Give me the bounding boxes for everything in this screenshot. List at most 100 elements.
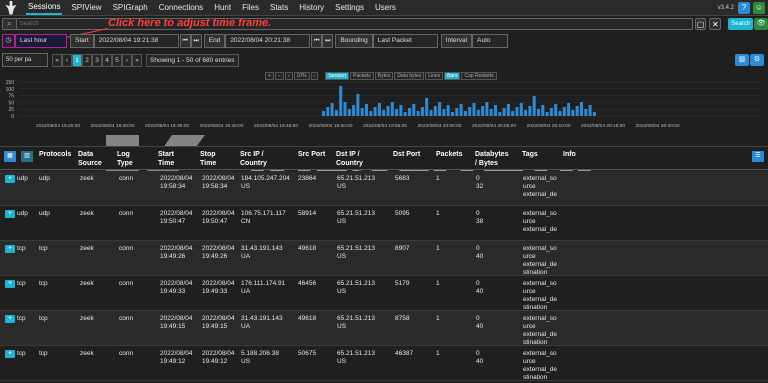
- packets-cell[interactable]: 1: [436, 175, 440, 183]
- col-protocols[interactable]: Protocols: [39, 150, 71, 159]
- settings-gear-icon[interactable]: ⚙: [750, 54, 764, 66]
- stop-time-cell[interactable]: 2022/08/04 19:50:47: [202, 210, 235, 226]
- log-type-cell[interactable]: conn: [119, 315, 133, 323]
- src-port-cell[interactable]: 46456: [298, 280, 316, 288]
- nav-settings[interactable]: Settings: [333, 1, 366, 14]
- databytes-cell[interactable]: 0 40: [476, 245, 483, 261]
- page-2[interactable]: 2: [82, 53, 92, 67]
- log-type-cell[interactable]: conn: [119, 175, 133, 183]
- clear-search-icon[interactable]: ✕: [709, 18, 722, 30]
- protocol-cell[interactable]: tcp: [17, 350, 26, 358]
- databytes-cell[interactable]: 0 40: [476, 350, 483, 366]
- tags-cell[interactable]: external_so urce external_de: [523, 210, 557, 234]
- src-port-cell[interactable]: 49618: [298, 315, 316, 323]
- start-time-cell[interactable]: 2022/08/04 19:58:34: [160, 175, 193, 191]
- page-1[interactable]: 1: [72, 53, 82, 67]
- start-time-cell[interactable]: 2022/08/04 19:50:47: [160, 210, 193, 226]
- col-src-port[interactable]: Src Port: [298, 150, 325, 159]
- tags-cell[interactable]: external_so urce external_de stination: [523, 350, 557, 382]
- dst-port-cell[interactable]: 8907: [395, 245, 409, 253]
- end-time-input[interactable]: 2022/08/04 20:21:38: [225, 34, 311, 48]
- expand-row-icon[interactable]: +: [5, 280, 15, 288]
- packets-cell[interactable]: 1: [436, 210, 440, 218]
- dst-port-cell[interactable]: 5683: [395, 175, 409, 183]
- expand-row-icon[interactable]: +: [5, 315, 15, 323]
- graph-toggle-icon[interactable]: ▥: [735, 54, 749, 66]
- expand-row-icon[interactable]: +: [5, 175, 15, 183]
- protocol-detail-cell[interactable]: udp: [39, 210, 50, 218]
- page-4[interactable]: 4: [102, 53, 112, 67]
- next-page-button[interactable]: ›: [122, 53, 132, 67]
- start-time-cell[interactable]: 2022/08/04 19:49:26: [160, 245, 193, 261]
- stop-time-cell[interactable]: 2022/08/04 19:58:34: [202, 175, 235, 191]
- start-time-cell[interactable]: 2022/08/04 19:49:12: [160, 350, 193, 366]
- last-page-button[interactable]: »: [132, 53, 142, 67]
- databytes-cell[interactable]: 0 32: [476, 175, 483, 191]
- table-row[interactable]: + tcp tcp zeek conn 2022/08/04 19:49:26 2022/0…: [0, 241, 768, 276]
- stop-time-cell[interactable]: 2022/08/04 19:49:15: [202, 315, 235, 331]
- col-info[interactable]: Info: [563, 150, 576, 159]
- dst-port-cell[interactable]: 8758: [395, 315, 409, 323]
- col-dst-ip[interactable]: Dst IP / Country: [336, 150, 363, 168]
- data-source-cell[interactable]: zeek: [80, 210, 94, 218]
- src-ip-cell[interactable]: 31.43.191.143 UA: [241, 315, 283, 331]
- prev-page-button[interactable]: ‹: [62, 53, 72, 67]
- end-forward-icon[interactable]: ⏭: [322, 34, 334, 48]
- data-source-cell[interactable]: zeek: [80, 315, 94, 323]
- src-ip-cell[interactable]: 176.111.174.91 UA: [241, 280, 285, 296]
- nav-connections[interactable]: Connections: [157, 1, 205, 14]
- dst-ip-cell[interactable]: 65.21.51.213 US: [337, 175, 375, 191]
- dst-ip-cell[interactable]: 65.21.51.213 US: [337, 280, 375, 296]
- databytes-cell[interactable]: 0 40: [476, 280, 483, 296]
- interval-select[interactable]: Auto: [472, 34, 509, 48]
- col-tags[interactable]: Tags: [522, 150, 538, 159]
- data-source-cell[interactable]: zeek: [80, 245, 94, 253]
- databytes-cell[interactable]: 0 38: [476, 210, 483, 226]
- sessions-histogram[interactable]: 1501007550250 2022/08/04 19:25:00 2022/08/…: [0, 70, 768, 132]
- protocol-detail-cell[interactable]: tcp: [39, 280, 48, 288]
- expand-row-icon[interactable]: +: [5, 210, 15, 218]
- nav-files[interactable]: Files: [240, 1, 261, 14]
- log-type-cell[interactable]: conn: [119, 350, 133, 358]
- page-3[interactable]: 3: [92, 53, 102, 67]
- col-start-time[interactable]: Start Time: [158, 150, 174, 168]
- end-back-icon[interactable]: ⏮: [311, 34, 323, 48]
- stop-time-cell[interactable]: 2022/08/04 19:49:12: [202, 350, 235, 366]
- protocol-detail-cell[interactable]: tcp: [39, 350, 48, 358]
- src-ip-cell[interactable]: 184.105.247.204 US: [241, 175, 290, 191]
- arkime-logo-icon[interactable]: [5, 0, 17, 15]
- col-dst-port[interactable]: Dst Port: [393, 150, 420, 159]
- table-row[interactable]: + tcp tcp zeek conn 2022/08/04 19:49:15 2022/0…: [0, 311, 768, 346]
- dst-ip-cell[interactable]: 65.21.51.213 US: [337, 210, 375, 226]
- search-button[interactable]: Search: [728, 18, 754, 30]
- log-type-cell[interactable]: conn: [119, 280, 133, 288]
- protocol-detail-cell[interactable]: tcp: [39, 315, 48, 323]
- nav-spiview[interactable]: SPIView: [69, 1, 103, 14]
- start-back-icon[interactable]: ⏮: [179, 34, 191, 48]
- protocol-cell[interactable]: udp: [17, 210, 28, 218]
- start-forward-icon[interactable]: ⏭: [190, 34, 202, 48]
- nav-hunt[interactable]: Hunt: [212, 1, 233, 14]
- help-icon[interactable]: ?: [738, 1, 750, 14]
- protocol-cell[interactable]: udp: [17, 175, 28, 183]
- per-page-select[interactable]: 50 per pa: [2, 53, 48, 67]
- bounding-select[interactable]: Last Packet: [372, 34, 438, 48]
- col-data-source[interactable]: Data Source: [78, 150, 102, 168]
- start-time-input[interactable]: 2022/08/04 19:21:38: [93, 34, 179, 48]
- src-port-cell[interactable]: 50675: [298, 350, 316, 358]
- protocol-cell[interactable]: tcp: [17, 280, 26, 288]
- table-row[interactable]: + tcp tcp zeek conn 2022/08/04 19:49:33 2022/0…: [0, 276, 768, 311]
- health-icon[interactable]: ☺: [753, 1, 765, 14]
- data-source-cell[interactable]: zeek: [80, 175, 94, 183]
- nav-stats[interactable]: Stats: [268, 1, 290, 14]
- dst-ip-cell[interactable]: 65.21.51.213 US: [337, 315, 375, 331]
- col-log-type[interactable]: Log Type: [117, 150, 133, 168]
- table-row[interactable]: + udp udp zeek conn 2022/08/04 19:50:47 2022/0…: [0, 206, 768, 241]
- column-toggle-icon[interactable]: ▦: [4, 151, 16, 162]
- col-stop-time[interactable]: Stop Time: [200, 150, 216, 168]
- src-ip-cell[interactable]: 5.188.206.38 US: [241, 350, 279, 366]
- expand-row-icon[interactable]: +: [5, 245, 15, 253]
- src-port-cell[interactable]: 23864: [298, 175, 316, 183]
- src-port-cell[interactable]: 58914: [298, 210, 316, 218]
- protocol-detail-cell[interactable]: udp: [39, 175, 50, 183]
